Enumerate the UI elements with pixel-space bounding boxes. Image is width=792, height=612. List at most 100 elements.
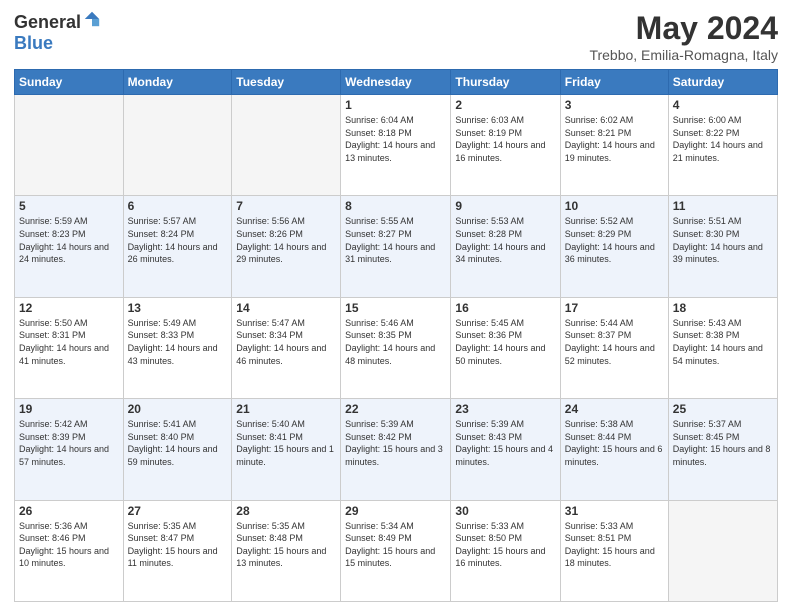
day-info: Sunrise: 6:02 AMSunset: 8:21 PMDaylight:… — [565, 114, 664, 164]
table-row: 21 Sunrise: 5:40 AMSunset: 8:41 PMDayligh… — [232, 399, 341, 500]
logo-general: General — [14, 12, 81, 33]
day-info: Sunrise: 5:41 AMSunset: 8:40 PMDaylight:… — [128, 418, 228, 468]
day-info: Sunrise: 5:47 AMSunset: 8:34 PMDaylight:… — [236, 317, 336, 367]
day-info: Sunrise: 5:42 AMSunset: 8:39 PMDaylight:… — [19, 418, 119, 468]
day-number: 3 — [565, 98, 664, 112]
day-info: Sunrise: 5:33 AMSunset: 8:50 PMDaylight:… — [455, 520, 555, 570]
day-info: Sunrise: 5:38 AMSunset: 8:44 PMDaylight:… — [565, 418, 664, 468]
day-number: 30 — [455, 504, 555, 518]
table-row: 24 Sunrise: 5:38 AMSunset: 8:44 PMDayligh… — [560, 399, 668, 500]
calendar: Sunday Monday Tuesday Wednesday Thursday… — [14, 69, 778, 602]
day-number: 7 — [236, 199, 336, 213]
day-number: 8 — [345, 199, 446, 213]
table-row: 5 Sunrise: 5:59 AMSunset: 8:23 PMDaylight… — [15, 196, 124, 297]
header-friday: Friday — [560, 70, 668, 95]
table-row: 10 Sunrise: 5:52 AMSunset: 8:29 PMDayligh… — [560, 196, 668, 297]
day-info: Sunrise: 5:59 AMSunset: 8:23 PMDaylight:… — [19, 215, 119, 265]
table-row: 27 Sunrise: 5:35 AMSunset: 8:47 PMDayligh… — [123, 500, 232, 601]
table-row — [232, 95, 341, 196]
day-info: Sunrise: 5:46 AMSunset: 8:35 PMDaylight:… — [345, 317, 446, 367]
day-number: 26 — [19, 504, 119, 518]
day-number: 17 — [565, 301, 664, 315]
day-number: 15 — [345, 301, 446, 315]
table-row: 15 Sunrise: 5:46 AMSunset: 8:35 PMDayligh… — [341, 297, 451, 398]
calendar-week-row: 12Sunrise: 5:50 AMSunset: 8:31 PMDayligh… — [15, 297, 778, 398]
day-number: 21 — [236, 402, 336, 416]
day-info: Sunrise: 5:37 AMSunset: 8:45 PMDaylight:… — [673, 418, 773, 468]
day-number: 29 — [345, 504, 446, 518]
day-info: Sunrise: 5:34 AMSunset: 8:49 PMDaylight:… — [345, 520, 446, 570]
calendar-week-row: 5 Sunrise: 5:59 AMSunset: 8:23 PMDaylight… — [15, 196, 778, 297]
day-info: Sunrise: 5:36 AMSunset: 8:46 PMDaylight:… — [19, 520, 119, 570]
table-row: 29 Sunrise: 5:34 AMSunset: 8:49 PMDayligh… — [341, 500, 451, 601]
day-info: Sunrise: 5:43 AMSunset: 8:38 PMDaylight:… — [673, 317, 773, 367]
logo-blue: Blue — [14, 33, 53, 53]
header-thursday: Thursday — [451, 70, 560, 95]
table-row: 23Sunrise: 5:39 AMSunset: 8:43 PMDayligh… — [451, 399, 560, 500]
day-number: 18 — [673, 301, 773, 315]
table-row: 20 Sunrise: 5:41 AMSunset: 8:40 PMDayligh… — [123, 399, 232, 500]
header-monday: Monday — [123, 70, 232, 95]
day-info: Sunrise: 5:52 AMSunset: 8:29 PMDaylight:… — [565, 215, 664, 265]
day-info: Sunrise: 5:56 AMSunset: 8:26 PMDaylight:… — [236, 215, 336, 265]
header-wednesday: Wednesday — [341, 70, 451, 95]
day-number: 5 — [19, 199, 119, 213]
table-row: 8 Sunrise: 5:55 AMSunset: 8:27 PMDaylight… — [341, 196, 451, 297]
day-number: 31 — [565, 504, 664, 518]
day-number: 6 — [128, 199, 228, 213]
day-info: Sunrise: 5:53 AMSunset: 8:28 PMDaylight:… — [455, 215, 555, 265]
table-row: 30 Sunrise: 5:33 AMSunset: 8:50 PMDayligh… — [451, 500, 560, 601]
header-sunday: Sunday — [15, 70, 124, 95]
day-info: Sunrise: 5:35 AMSunset: 8:47 PMDaylight:… — [128, 520, 228, 570]
day-number: 25 — [673, 402, 773, 416]
day-number: 10 — [565, 199, 664, 213]
day-number: 16 — [455, 301, 555, 315]
table-row: 3 Sunrise: 6:02 AMSunset: 8:21 PMDaylight… — [560, 95, 668, 196]
table-row — [15, 95, 124, 196]
logo-icon — [83, 10, 101, 28]
day-number: 12 — [19, 301, 119, 315]
subtitle: Trebbo, Emilia-Romagna, Italy — [589, 47, 778, 63]
main-title: May 2024 — [589, 10, 778, 47]
table-row: 28Sunrise: 5:35 AMSunset: 8:48 PMDayligh… — [232, 500, 341, 601]
title-block: May 2024 Trebbo, Emilia-Romagna, Italy — [589, 10, 778, 63]
table-row: 18 Sunrise: 5:43 AMSunset: 8:38 PMDayligh… — [668, 297, 777, 398]
day-info: Sunrise: 5:51 AMSunset: 8:30 PMDaylight:… — [673, 215, 773, 265]
table-row: 4 Sunrise: 6:00 AMSunset: 8:22 PMDaylight… — [668, 95, 777, 196]
day-info: Sunrise: 6:00 AMSunset: 8:22 PMDaylight:… — [673, 114, 773, 164]
day-number: 9 — [455, 199, 555, 213]
table-row: 22 Sunrise: 5:39 AMSunset: 8:42 PMDayligh… — [341, 399, 451, 500]
day-number: 19 — [19, 402, 119, 416]
header-tuesday: Tuesday — [232, 70, 341, 95]
table-row: 9 Sunrise: 5:53 AMSunset: 8:28 PMDaylight… — [451, 196, 560, 297]
day-number: 4 — [673, 98, 773, 112]
header-saturday: Saturday — [668, 70, 777, 95]
day-number: 13 — [128, 301, 228, 315]
header: General Blue May 2024 Trebbo, Emilia-Rom… — [14, 10, 778, 63]
table-row: 19 Sunrise: 5:42 AMSunset: 8:39 PMDayligh… — [15, 399, 124, 500]
day-info: Sunrise: 5:40 AMSunset: 8:41 PMDaylight:… — [236, 418, 336, 468]
table-row: 12Sunrise: 5:50 AMSunset: 8:31 PMDayligh… — [15, 297, 124, 398]
day-info: Sunrise: 5:49 AMSunset: 8:33 PMDaylight:… — [128, 317, 228, 367]
day-info: Sunrise: 5:39 AMSunset: 8:42 PMDaylight:… — [345, 418, 446, 468]
day-info: Sunrise: 5:44 AMSunset: 8:37 PMDaylight:… — [565, 317, 664, 367]
table-row: 16Sunrise: 5:45 AMSunset: 8:36 PMDayligh… — [451, 297, 560, 398]
calendar-week-row: 19 Sunrise: 5:42 AMSunset: 8:39 PMDayligh… — [15, 399, 778, 500]
day-info: Sunrise: 6:04 AMSunset: 8:18 PMDaylight:… — [345, 114, 446, 164]
logo: General Blue — [14, 10, 101, 54]
day-info: Sunrise: 5:55 AMSunset: 8:27 PMDaylight:… — [345, 215, 446, 265]
day-number: 28 — [236, 504, 336, 518]
day-info: Sunrise: 6:03 AMSunset: 8:19 PMDaylight:… — [455, 114, 555, 164]
day-number: 14 — [236, 301, 336, 315]
day-number: 20 — [128, 402, 228, 416]
table-row: 7 Sunrise: 5:56 AMSunset: 8:26 PMDaylight… — [232, 196, 341, 297]
day-number: 22 — [345, 402, 446, 416]
calendar-week-row: 1Sunrise: 6:04 AMSunset: 8:18 PMDaylight… — [15, 95, 778, 196]
calendar-header-row: Sunday Monday Tuesday Wednesday Thursday… — [15, 70, 778, 95]
day-number: 24 — [565, 402, 664, 416]
table-row — [668, 500, 777, 601]
table-row: 26 Sunrise: 5:36 AMSunset: 8:46 PMDayligh… — [15, 500, 124, 601]
table-row: 11Sunrise: 5:51 AMSunset: 8:30 PMDayligh… — [668, 196, 777, 297]
day-number: 27 — [128, 504, 228, 518]
day-info: Sunrise: 5:33 AMSunset: 8:51 PMDaylight:… — [565, 520, 664, 570]
